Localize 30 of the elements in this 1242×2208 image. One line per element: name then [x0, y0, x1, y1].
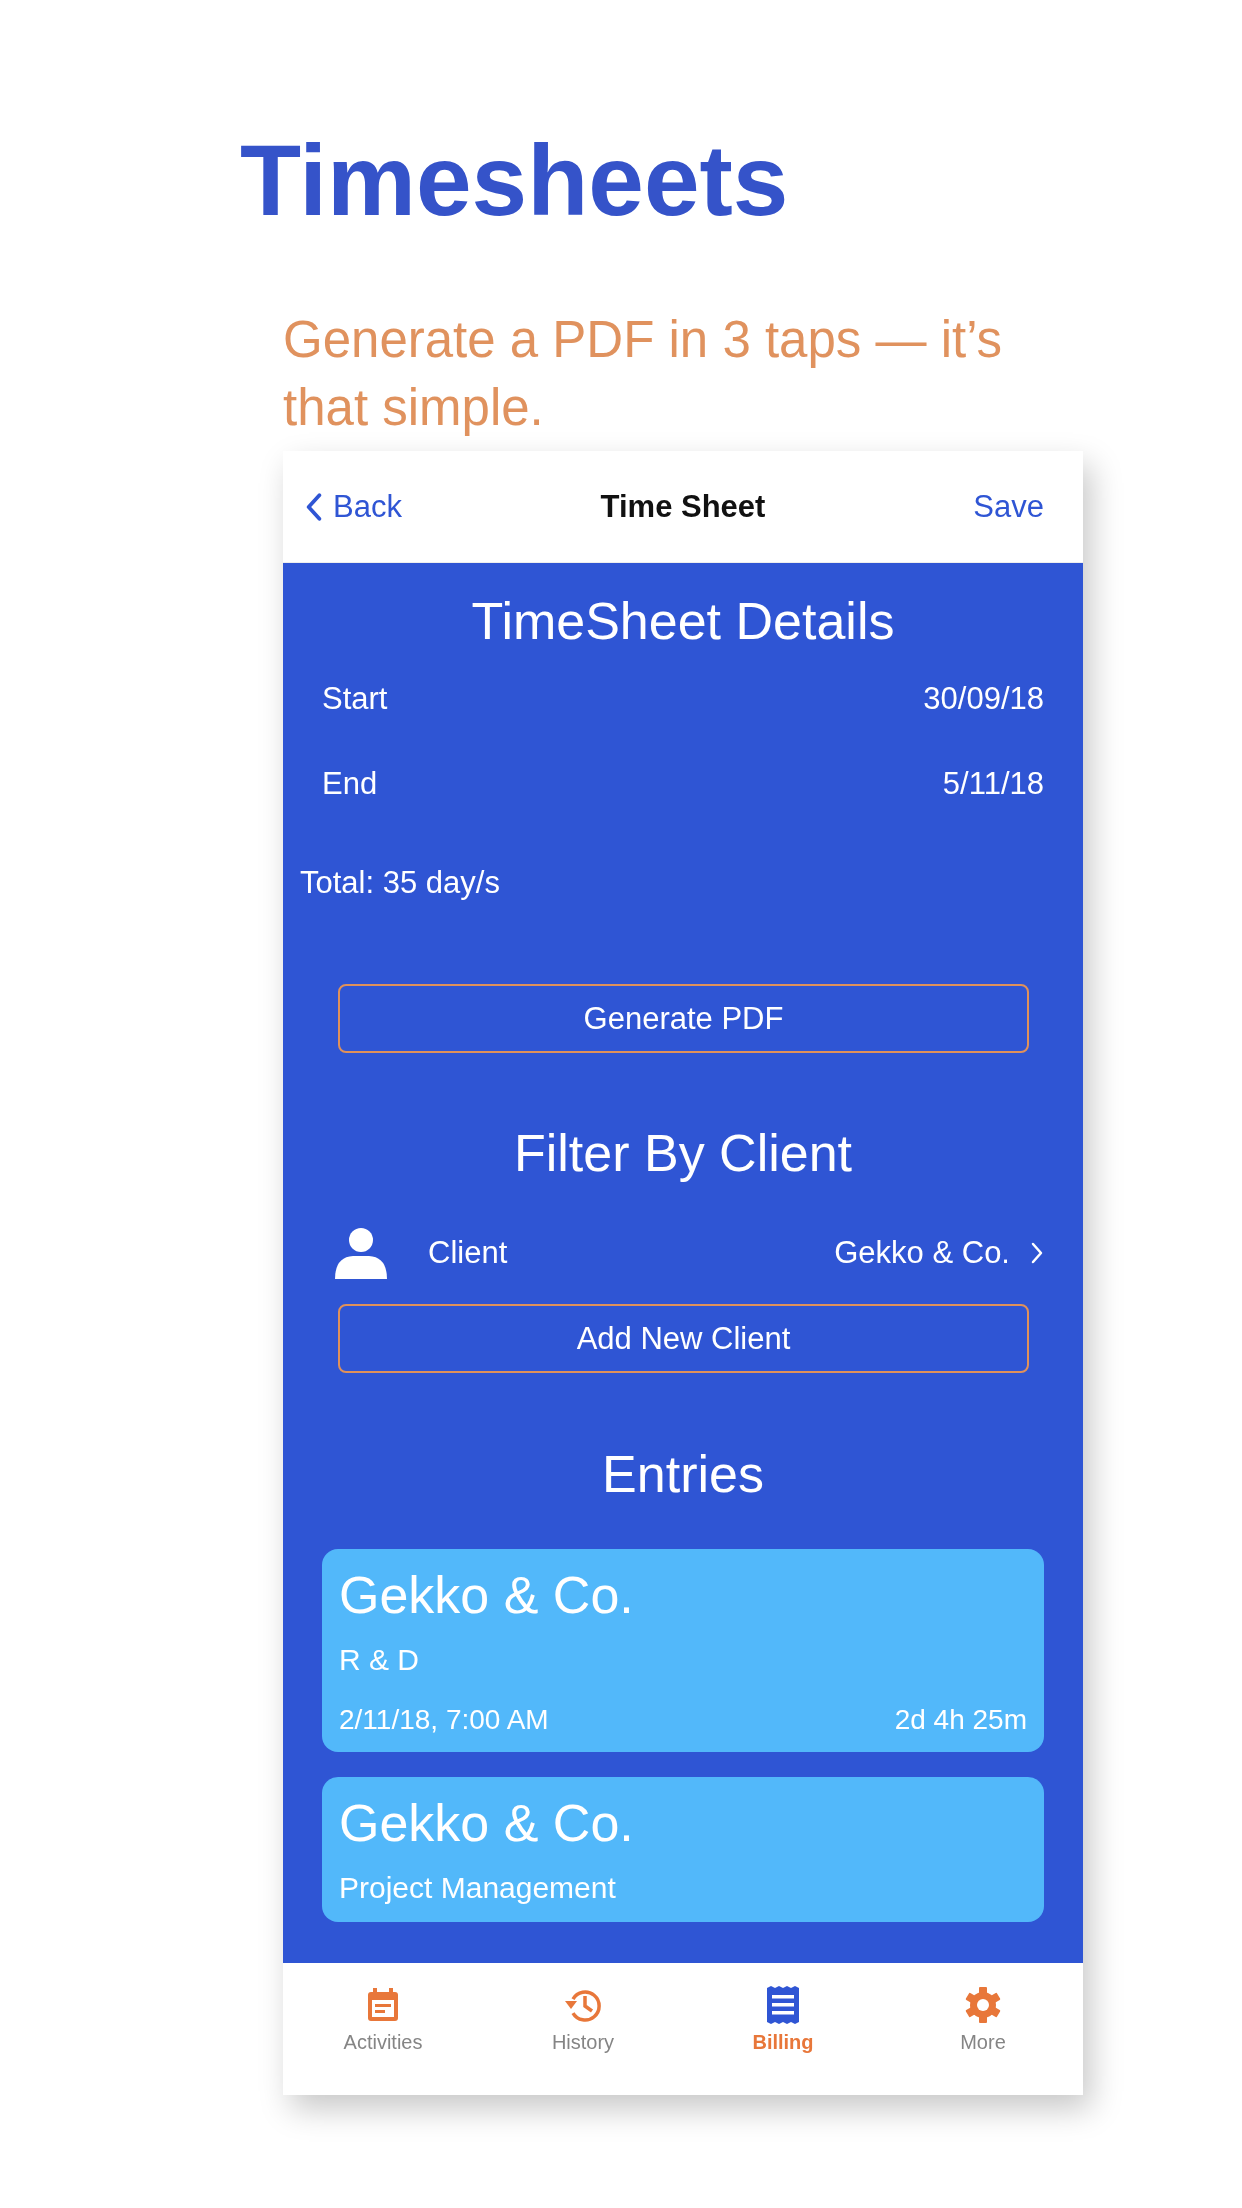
- entry-client: Gekko & Co.: [339, 1793, 634, 1854]
- client-value[interactable]: Gekko & Co.: [834, 1235, 1010, 1271]
- person-icon: [333, 1225, 389, 1281]
- field-label: End: [322, 765, 378, 802]
- back-chevron-icon: [305, 491, 323, 522]
- field-label: Start: [322, 680, 388, 717]
- total-text: Total: 35 day/s: [300, 864, 500, 902]
- entry-project: R & D: [339, 1642, 419, 1678]
- history-tab[interactable]: History: [551, 1963, 615, 2095]
- back-button[interactable]: Back: [305, 488, 402, 525]
- entry-duration: 2d 4h 25m: [894, 1703, 1027, 1737]
- screen-title: Time Sheet: [600, 488, 766, 525]
- field-label: Client: [428, 1235, 508, 1271]
- section-heading: Filter By Client: [513, 1123, 853, 1184]
- gear-icon: [963, 1985, 1003, 2025]
- date-value[interactable]: 30/09/18: [923, 680, 1044, 717]
- headline: Timesheets: [240, 123, 789, 238]
- save-button[interactable]: Save: [973, 488, 1044, 525]
- section-heading: TimeSheet Details: [471, 591, 895, 652]
- subtitle: Generate a PDF in 3 taps — it’s that simple.: [283, 310, 1004, 438]
- chevron-right-icon: [1030, 1241, 1044, 1265]
- entry-client: Gekko & Co.: [339, 1565, 634, 1626]
- generate-pdf-button[interactable]: Generate PDF: [338, 984, 1029, 1053]
- section-heading: Entries: [602, 1444, 764, 1505]
- calendar-tab[interactable]: Activities: [343, 1963, 423, 2095]
- more-tab[interactable]: More: [960, 1963, 1006, 2095]
- add-new-client-button[interactable]: Add New Client: [338, 1304, 1029, 1373]
- entry-date: 2/11/18, 7:00 AM: [339, 1703, 549, 1737]
- date-value[interactable]: 5/11/18: [942, 765, 1044, 802]
- entry-project: Project Management: [339, 1870, 616, 1906]
